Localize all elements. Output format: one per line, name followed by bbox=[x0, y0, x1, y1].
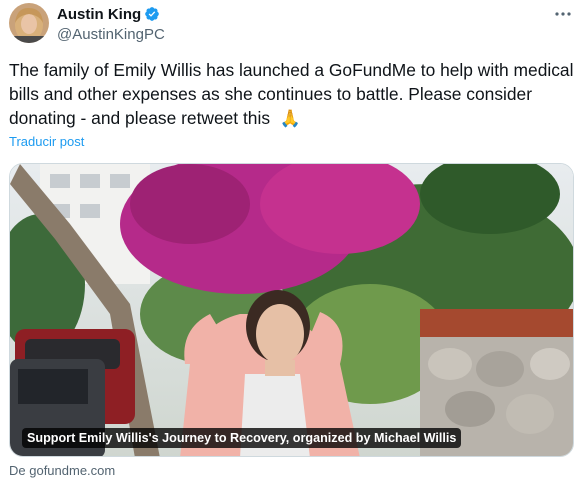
card-source-link[interactable]: De gofundme.com bbox=[9, 463, 115, 478]
author-display-name[interactable]: Austin King bbox=[57, 6, 141, 23]
card-image bbox=[10, 164, 573, 456]
more-options-icon[interactable] bbox=[550, 4, 576, 24]
avatar-image bbox=[9, 3, 49, 43]
link-preview-card[interactable]: Support Emily Willis's Journey to Recove… bbox=[9, 163, 574, 457]
name-row: Austin King bbox=[57, 4, 165, 24]
card-caption: Support Emily Willis's Journey to Recove… bbox=[22, 428, 462, 448]
translate-post-link[interactable]: Traducir post bbox=[9, 134, 84, 149]
author-block: Austin King @AustinKingPC bbox=[57, 4, 165, 44]
author-handle[interactable]: @AustinKingPC bbox=[57, 26, 165, 43]
author-avatar[interactable] bbox=[9, 3, 49, 43]
tweet-text: The family of Emily Willis has launched … bbox=[9, 58, 581, 131]
folded-hands-emoji: 🙏 bbox=[279, 109, 301, 128]
verified-badge-icon[interactable] bbox=[144, 6, 160, 22]
